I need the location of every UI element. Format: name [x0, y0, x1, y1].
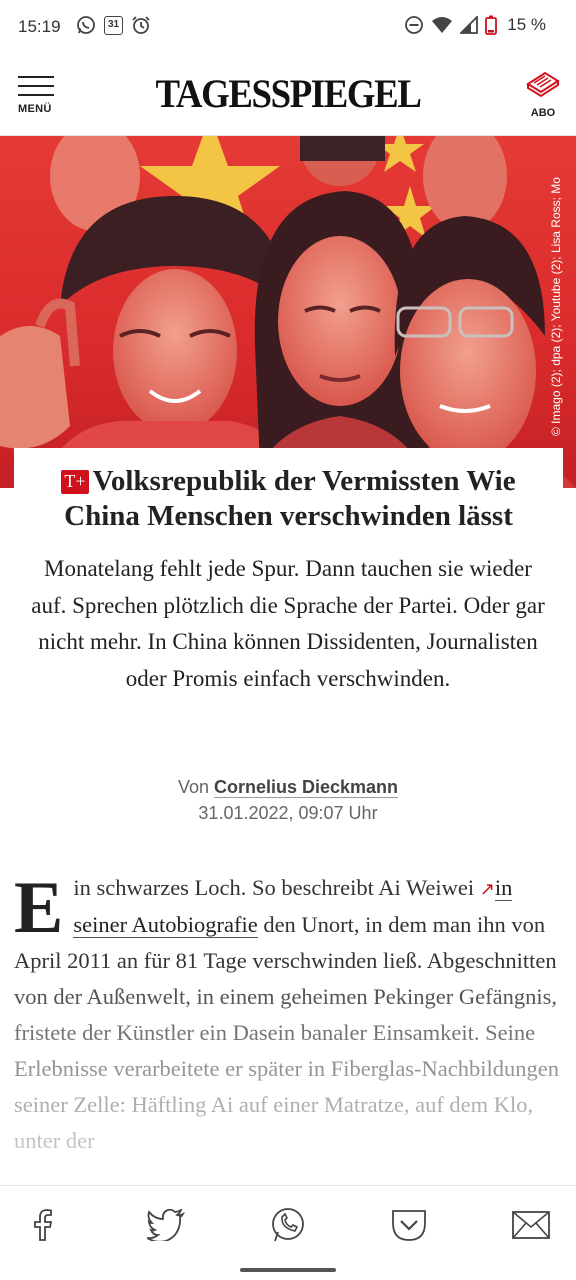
facebook-share-button[interactable]	[22, 1204, 64, 1246]
signal-icon	[460, 16, 479, 34]
tagesspiegel-plus-badge: T+	[61, 470, 89, 494]
whatsapp-icon	[272, 1208, 304, 1242]
author-link[interactable]: Cornelius Dieckmann	[214, 777, 399, 798]
home-indicator[interactable]	[240, 1268, 336, 1272]
facebook-icon	[34, 1209, 53, 1241]
whatsapp-icon	[77, 16, 95, 34]
twitter-icon	[147, 1209, 185, 1241]
body-text-start: in schwarzes Loch. So beschreibt Ai Weiw…	[73, 875, 480, 900]
hero-collage	[0, 136, 576, 488]
hand	[0, 326, 70, 449]
article-kicker: Volksrepublik der Vermissten	[92, 465, 460, 497]
do-not-disturb-icon	[405, 16, 424, 34]
alarm-icon	[132, 16, 150, 34]
pocket-share-button[interactable]	[388, 1204, 430, 1246]
abo-button[interactable]: ABO	[524, 70, 562, 120]
twitter-share-button[interactable]	[145, 1204, 187, 1246]
mail-icon	[512, 1211, 550, 1239]
share-bar	[0, 1185, 576, 1260]
body-text-rest: den Unort, in dem man ihn von April 2011…	[14, 912, 560, 1153]
clock: 15:19	[18, 17, 61, 36]
site-header: MENÜ TAGESSPIEGEL ABO	[0, 56, 576, 136]
title-card: T+ Volksrepublik der Vermissten Wie China…	[14, 448, 563, 534]
battery-icon	[485, 15, 498, 35]
calendar-icon: 31	[104, 15, 123, 35]
wifi-icon	[432, 17, 453, 33]
drop-cap: E	[14, 867, 64, 949]
pocket-icon	[392, 1210, 426, 1241]
site-logo[interactable]: TAGESSPIEGEL	[23, 70, 553, 117]
byline-prefix: Von	[177, 777, 209, 797]
newspaper-icon	[526, 71, 560, 98]
byline: Von Cornelius Dieckmann 31.01.2022, 09:0…	[0, 774, 576, 826]
whatsapp-share-button[interactable]	[267, 1204, 309, 1246]
face	[113, 269, 237, 433]
status-bar: 15:19 31 15 %	[0, 0, 576, 56]
battery-level: 15 %	[507, 15, 546, 34]
external-link-icon: ↗	[479, 879, 495, 899]
abo-label: ABO	[530, 107, 556, 119]
mail-share-button[interactable]	[510, 1204, 552, 1246]
article-body: Ein schwarzes Loch. So beschreibt Ai Wei…	[14, 870, 562, 1159]
calendar-day: 31	[107, 18, 120, 30]
publish-date: 31.01.2022, 09:07 Uhr	[198, 803, 378, 823]
article-teaser: Monatelang fehlt jede Spur. Dann tauchen…	[31, 556, 545, 691]
article-title: T+ Volksrepublik der Vermissten Wie China…	[28, 464, 549, 534]
hero-image[interactable]: © Imago (2); dpa (2); Youtube (2); Lisa …	[0, 136, 576, 488]
photo-credit: © Imago (2); dpa (2); Youtube (2); Lisa …	[549, 177, 563, 436]
